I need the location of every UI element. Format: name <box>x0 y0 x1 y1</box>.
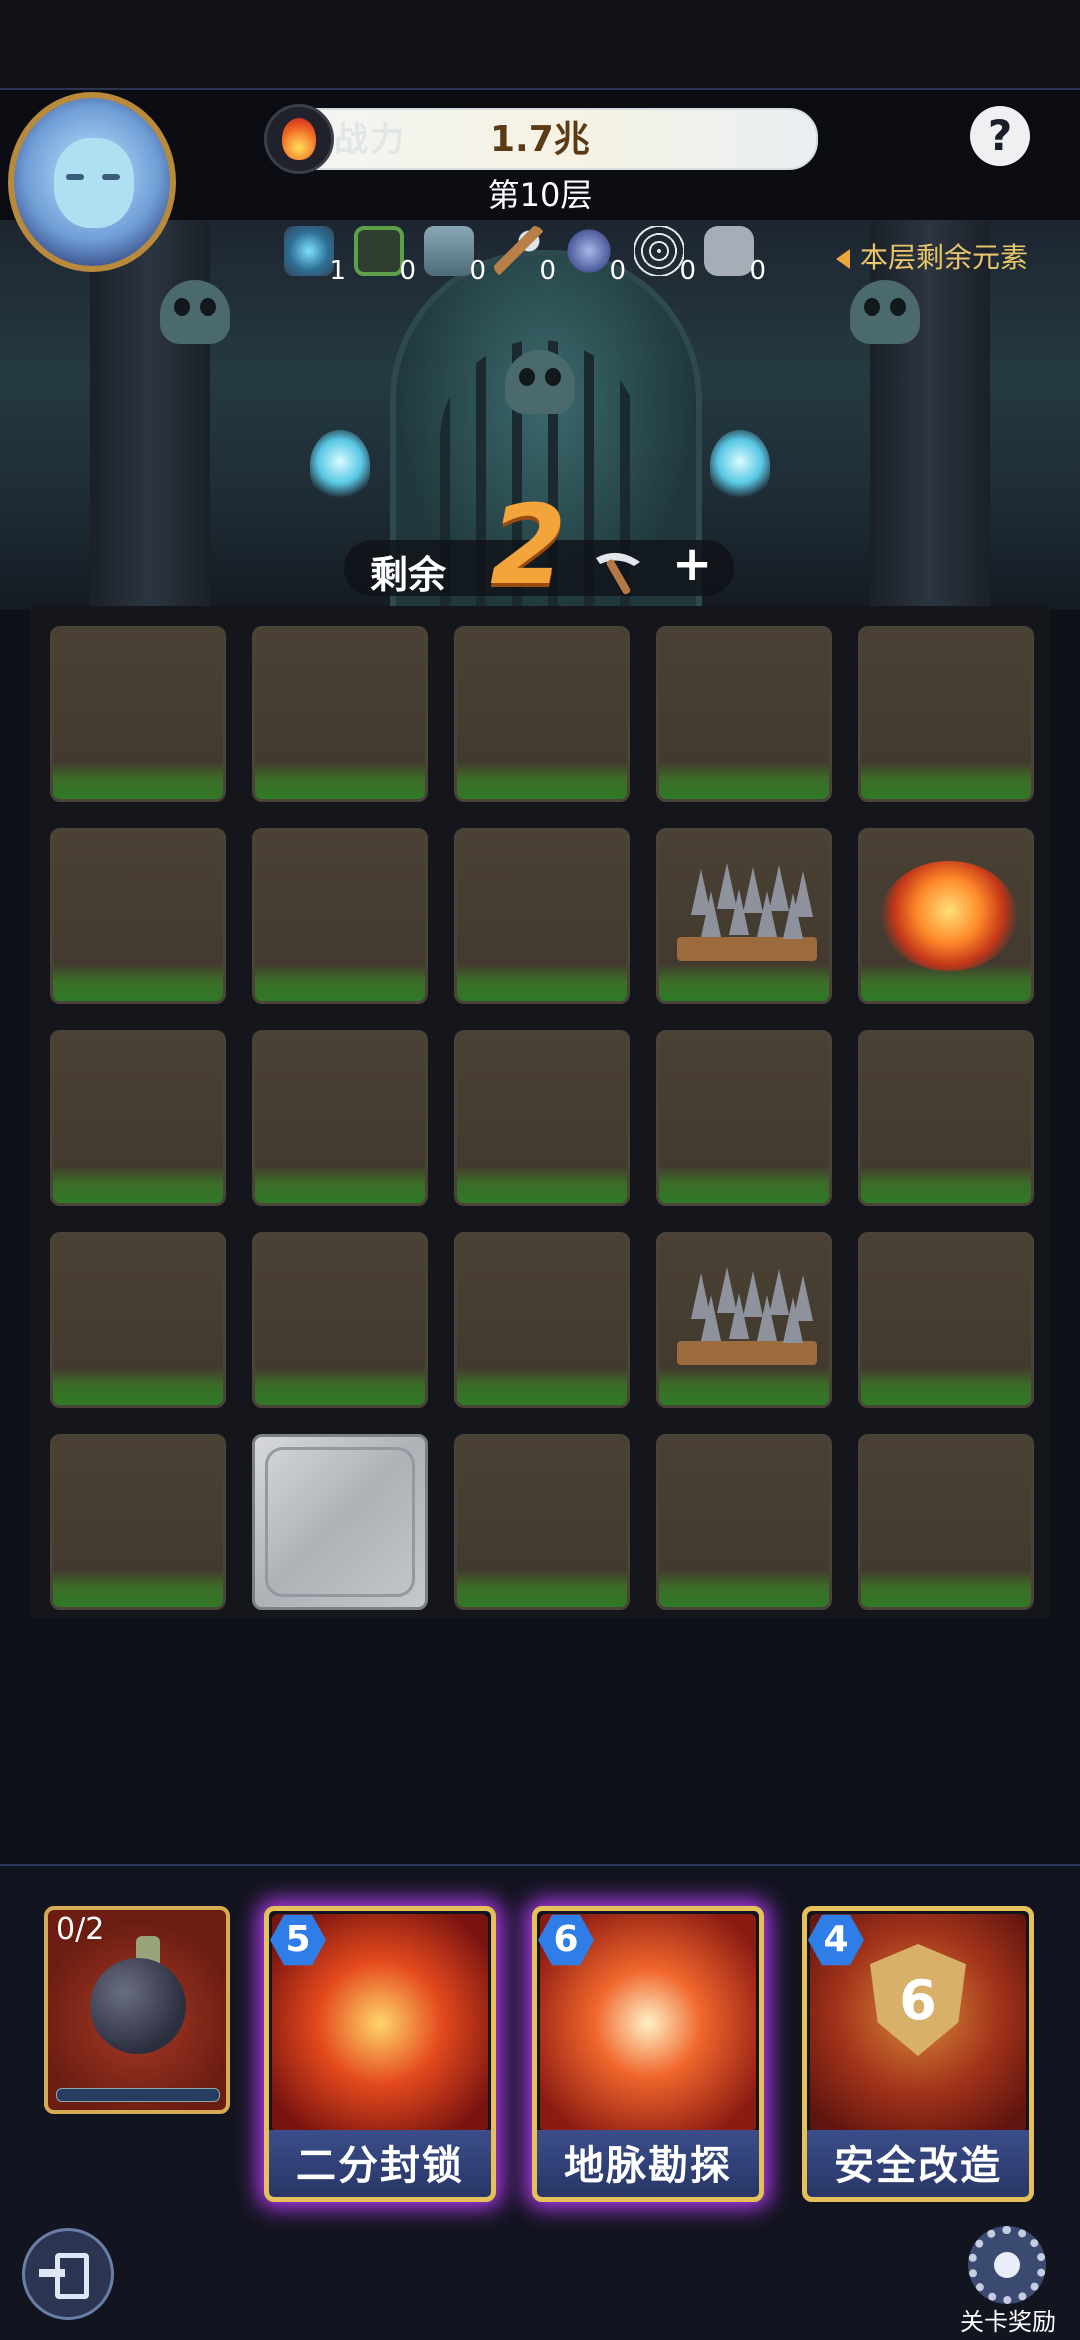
skill-card-split-lock[interactable]: 二分封锁 5 <box>264 1906 496 2202</box>
lava-pit-icon <box>881 861 1017 971</box>
remaining-digs-count: 2 <box>490 481 567 609</box>
power-label: 战力 <box>334 120 406 160</box>
spike <box>783 893 803 939</box>
dirt-tile[interactable] <box>252 1030 428 1206</box>
dirt-tile[interactable] <box>454 1232 630 1408</box>
skill-card-name: 地脉勘探 <box>532 2130 764 2202</box>
arrow-left-icon <box>39 2269 65 2277</box>
lava-pit-tile[interactable] <box>858 828 1034 1004</box>
flame-icon <box>282 118 316 160</box>
element-count: 0 <box>399 256 416 286</box>
shield-badge-number: 6 <box>899 1968 937 2032</box>
spike <box>783 1297 803 1343</box>
spike-trap-tile[interactable] <box>656 1232 832 1408</box>
skull-icon <box>850 280 920 344</box>
pickaxe-icon <box>494 226 544 276</box>
blue-torch-icon <box>710 430 770 500</box>
portal-icon <box>284 226 334 276</box>
locked-gate-icon <box>424 226 474 276</box>
dig-board <box>30 606 1050 1618</box>
pickaxe-icon <box>590 548 646 602</box>
dirt-tile[interactable] <box>252 1232 428 1408</box>
forbidden-icon <box>354 226 404 276</box>
spike-base <box>677 1341 817 1365</box>
dirt-tile[interactable] <box>656 1030 832 1206</box>
element-forbidden[interactable]: 0 <box>350 222 416 286</box>
skill-card-safety-upgrade[interactable]: 6 安全改造 4 <box>802 1906 1034 2202</box>
skill-card-name: 安全改造 <box>802 2130 1034 2202</box>
element-crossed-swords[interactable]: 0 <box>560 222 626 286</box>
spike <box>757 891 777 937</box>
status-bar-area <box>0 0 1080 90</box>
pillar <box>870 220 990 610</box>
stone-crack <box>265 1447 415 1597</box>
power-value: 1.7兆 <box>490 119 590 160</box>
spike <box>701 1295 721 1341</box>
reward-gear-icon <box>968 2226 1046 2304</box>
dirt-tile[interactable] <box>858 626 1034 802</box>
spike-trap-tile[interactable] <box>656 828 832 1004</box>
spike <box>757 1295 777 1341</box>
skill-card-name: 二分封锁 <box>264 2130 496 2202</box>
remaining-elements-toggle[interactable]: 本层剩余元素 <box>836 236 1028 276</box>
dirt-tile[interactable] <box>454 1030 630 1206</box>
element-count: 1 <box>329 256 346 286</box>
spider-web-icon <box>634 226 684 276</box>
add-digs-button[interactable]: + <box>672 536 712 592</box>
floor-label: 第10层 <box>487 176 593 214</box>
dirt-tile[interactable] <box>656 626 832 802</box>
bomb-progress-bar <box>56 2088 220 2102</box>
pillar <box>90 220 210 610</box>
element-count: 0 <box>469 256 486 286</box>
remaining-digs-label: 剩余 <box>370 553 447 597</box>
element-count: 0 <box>539 256 556 286</box>
dirt-tile[interactable] <box>454 626 630 802</box>
power-fire-badge <box>264 104 334 174</box>
remaining-elements-label: 本层剩余元素 <box>860 241 1029 274</box>
dirt-tile[interactable] <box>50 1232 226 1408</box>
element-pickaxe[interactable]: 0 <box>490 222 556 286</box>
bomb-count: 0/2 <box>56 1912 105 1947</box>
triangle-left-icon <box>836 249 850 269</box>
spike-trap-icon <box>677 861 817 961</box>
dirt-tile[interactable] <box>50 1434 226 1610</box>
stone-tile[interactable] <box>252 1434 428 1610</box>
spike <box>701 891 721 937</box>
dirt-tile[interactable] <box>858 1434 1034 1610</box>
bomb-item[interactable]: 0/2 <box>44 1906 230 2114</box>
dirt-tile[interactable] <box>50 626 226 802</box>
exit-button[interactable] <box>22 2228 114 2320</box>
skull-icon <box>160 280 230 344</box>
dirt-tile[interactable] <box>454 828 630 1004</box>
spike <box>729 889 749 935</box>
element-locked-gate[interactable]: 0 <box>420 222 486 286</box>
element-count: 0 <box>749 256 766 286</box>
dirt-tile[interactable] <box>858 1030 1034 1206</box>
element-count: 0 <box>609 256 626 286</box>
puzzle-piece-icon <box>704 226 754 276</box>
blue-torch-icon <box>310 430 370 500</box>
spike <box>729 1293 749 1339</box>
dirt-tile[interactable] <box>252 626 428 802</box>
level-reward-button[interactable]: 关卡奖励 <box>958 2226 1058 2336</box>
element-count: 0 <box>679 256 696 286</box>
dirt-tile[interactable] <box>454 1434 630 1610</box>
bomb-icon <box>90 1958 186 2054</box>
level-reward-label: 关卡奖励 <box>960 2308 1056 2336</box>
dirt-tile[interactable] <box>656 1434 832 1610</box>
element-puzzle-piece[interactable]: 0 <box>700 222 766 286</box>
element-spider-web[interactable]: 0 <box>630 222 696 286</box>
dirt-tile[interactable] <box>50 1030 226 1206</box>
element-portal[interactable]: 1 <box>280 222 346 286</box>
skill-card-vein-survey[interactable]: 地脉勘探 6 <box>532 1906 764 2202</box>
crossed-swords-icon <box>564 226 614 276</box>
remaining-elements-row: 1 0 0 0 0 0 0 <box>280 222 766 286</box>
spike-trap-icon <box>677 1265 817 1365</box>
dirt-tile[interactable] <box>50 828 226 1004</box>
spike-base <box>677 937 817 961</box>
dirt-tile[interactable] <box>252 828 428 1004</box>
help-button[interactable]: ? <box>970 106 1030 166</box>
skull-icon <box>505 350 575 414</box>
dirt-tile[interactable] <box>858 1232 1034 1408</box>
